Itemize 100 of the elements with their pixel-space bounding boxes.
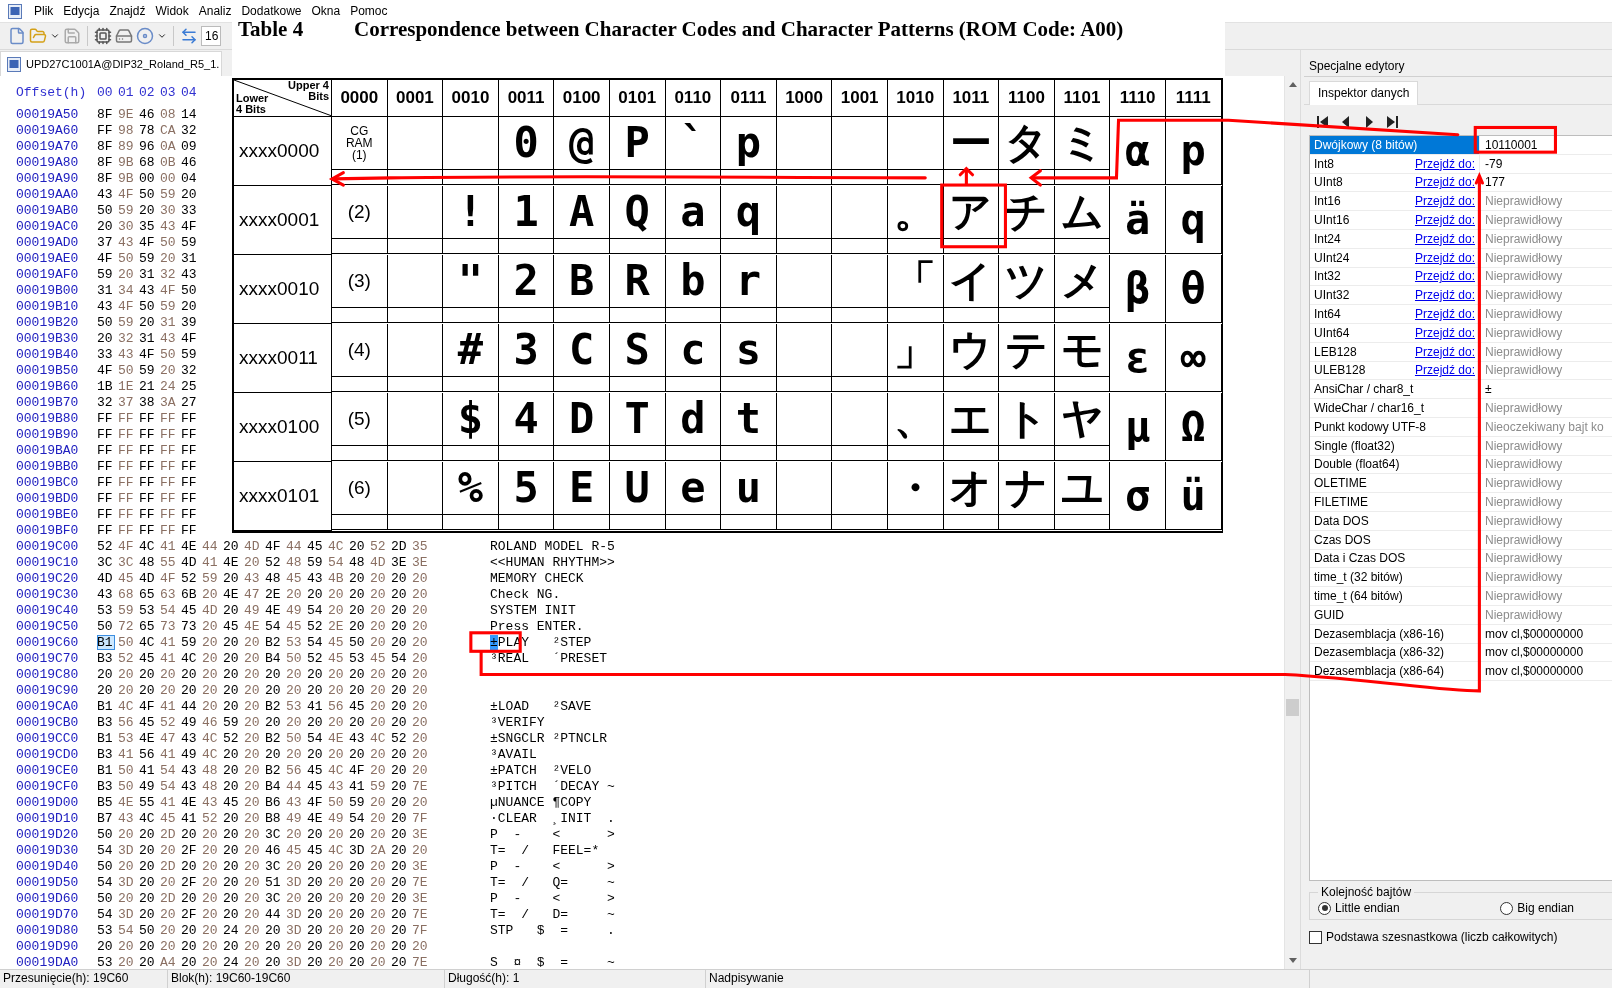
inspector-label-cell[interactable]: Data i Czas DOS [1310,549,1480,568]
hex-byte[interactable]: 20 [370,666,391,682]
hex-byte[interactable]: 20 [328,858,349,874]
hex-byte[interactable]: 4F [265,538,286,554]
hex-byte[interactable]: 3D [286,874,307,890]
hex-byte[interactable]: FF [139,522,160,538]
hex-byte[interactable]: 54 [307,730,328,746]
hex-byte[interactable]: 54 [391,650,412,666]
hex-byte[interactable]: 45 [307,842,328,858]
hex-byte[interactable]: 41 [160,794,181,810]
hex-byte[interactable]: 24 [223,954,244,970]
hex-byte[interactable]: 20 [349,714,370,730]
hex-byte[interactable]: 52 [307,650,328,666]
hex-byte[interactable]: 45 [139,650,160,666]
hex-byte[interactable]: 53 [118,730,139,746]
hex-byte[interactable]: 43 [118,346,139,362]
inspector-label-cell[interactable]: Dezasemblacja (x86-32) [1310,643,1480,662]
hex-byte[interactable]: 41 [139,762,160,778]
hex-byte[interactable]: 50 [97,314,118,330]
hex-byte[interactable]: 20 [181,682,202,698]
inspector-label-cell[interactable]: Single (float32) [1310,436,1480,455]
hex-byte[interactable]: 52 [223,730,244,746]
hex-byte[interactable]: 20 [118,954,139,970]
hex-byte[interactable]: FF [139,490,160,506]
hex-byte[interactable]: FF [118,490,139,506]
go-to-link[interactable]: Przejdź do: [1414,231,1475,246]
hex-byte[interactable]: 43 [181,778,202,794]
hex-byte[interactable]: 4C [139,538,160,554]
hex-byte[interactable]: FF [97,458,118,474]
hex-byte[interactable]: 50 [349,634,370,650]
hex-byte[interactable]: 20 [370,634,391,650]
hex-byte[interactable]: B8 [265,810,286,826]
hex-byte[interactable]: 31 [139,330,160,346]
hex-byte[interactable]: 20 [139,906,160,922]
selected-byte[interactable]: B1 [97,634,115,650]
value-cell[interactable]: 177 [1480,173,1612,192]
hex-byte[interactable]: 41 [160,746,181,762]
hex-byte[interactable]: 45 [118,570,139,586]
hex-byte[interactable]: 20 [412,842,433,858]
hex-byte[interactable]: 53 [286,634,307,650]
hex-byte[interactable]: 9B [118,170,139,186]
hex-byte[interactable]: 20 [160,874,181,890]
hex-byte[interactable]: 4E [307,810,328,826]
hex-byte[interactable]: 49 [181,714,202,730]
inspector-label-cell[interactable]: time_t (32 bitów) [1310,568,1480,587]
hex-byte[interactable]: 4D [202,602,223,618]
checkbox-option[interactable]: Podstawa szesnastkowa (liczb całkowitych) [1304,920,1612,944]
bytes-per-row-field[interactable]: 16 [201,26,221,46]
hex-byte[interactable]: 50 [328,794,349,810]
hex-byte[interactable]: 20 [265,954,286,970]
hex-byte[interactable]: 50 [160,234,181,250]
hex-byte[interactable]: 52 [181,570,202,586]
hex-byte[interactable]: 45 [349,698,370,714]
hex-byte[interactable]: 33 [97,346,118,362]
hex-byte[interactable]: 53 [97,602,118,618]
hex-byte[interactable]: 2E [328,618,349,634]
hex-byte[interactable]: 3C [265,890,286,906]
hex-byte[interactable]: B4 [265,778,286,794]
hex-byte[interactable]: 24 [223,922,244,938]
hex-byte[interactable]: 20 [244,954,265,970]
hex-byte[interactable]: 20 [139,874,160,890]
hex-byte[interactable]: 47 [244,586,265,602]
hex-byte[interactable]: 20 [307,922,328,938]
caret-icon[interactable] [157,31,167,41]
hex-byte[interactable]: 3C [118,554,139,570]
hex-byte[interactable]: 65 [139,586,160,602]
hex-byte[interactable]: 20 [118,826,139,842]
hex-byte[interactable]: 43 [181,762,202,778]
hex-byte[interactable]: 20 [349,954,370,970]
hex-byte[interactable]: 20 [349,666,370,682]
hex-byte[interactable]: B4 [265,650,286,666]
hex-byte[interactable]: 89 [118,138,139,154]
hex-byte[interactable]: 4F [307,794,328,810]
hex-byte[interactable]: 20 [139,954,160,970]
hex-byte[interactable]: 20 [412,714,433,730]
hex-byte[interactable]: A4 [160,954,181,970]
hex-byte[interactable]: 20 [244,746,265,762]
hex-byte[interactable]: 20 [349,922,370,938]
hex-byte[interactable]: 20 [202,858,223,874]
hex-byte[interactable]: FF [118,458,139,474]
hex-byte[interactable]: 4F [118,298,139,314]
hex-byte[interactable]: 68 [139,154,160,170]
hex-byte[interactable]: 4C [328,538,349,554]
hex-byte[interactable]: 43 [160,330,181,346]
inspector-label-cell[interactable]: Dezasemblacja (x86-64) [1310,662,1480,681]
inspector-label-cell[interactable]: OLETIME [1310,474,1480,493]
value-cell[interactable]: Nieprawidłowy [1480,248,1612,267]
hex-byte[interactable]: 52 [160,714,181,730]
hex-byte[interactable]: B3 [97,714,118,730]
hex-byte[interactable]: 68 [118,586,139,602]
hex-byte[interactable]: 20 [370,874,391,890]
hex-byte[interactable]: 45 [328,650,349,666]
value-cell[interactable]: Nieoczekiwany bajt ko [1480,417,1612,436]
hex-byte[interactable]: 20 [265,682,286,698]
hex-byte[interactable]: 20 [307,714,328,730]
hex-byte[interactable]: 20 [391,858,412,874]
hex-byte[interactable]: 20 [391,570,412,586]
value-cell[interactable]: Nieprawidłowy [1480,230,1612,248]
hex-byte[interactable]: 2D [391,538,412,554]
menu-item[interactable]: Plik [30,3,58,19]
